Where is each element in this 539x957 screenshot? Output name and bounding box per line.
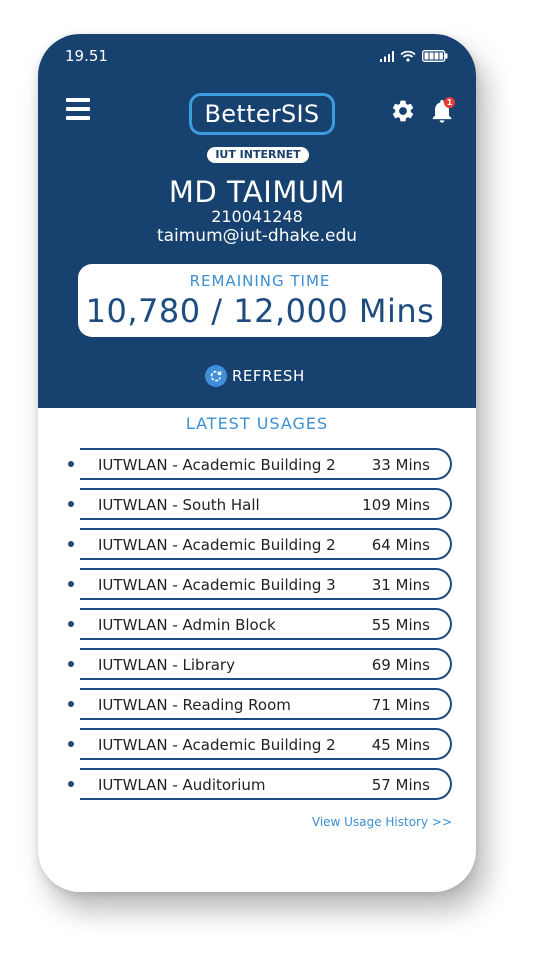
usage-row[interactable]: IUTWLAN - Reading Room 71 Mins [68,688,454,720]
bullet [68,501,74,507]
status-icons [380,50,448,62]
usage-row[interactable]: IUTWLAN - South Hall 109 Mins [68,488,454,520]
refresh-label: REFRESH [232,367,305,385]
usage-row-box: IUTWLAN - Auditorium 57 Mins [80,768,452,800]
wifi-icon [400,50,416,62]
usage-location: IUTWLAN - Academic Building 2 [98,736,336,754]
usage-row[interactable]: IUTWLAN - Library 69 Mins [68,648,454,680]
bullet [68,541,74,547]
phone-screen: 19.51 BetterSIS 1 IUT INTERNET MD TAIMUM… [38,34,476,892]
battery-icon [422,50,448,62]
usage-row-box: IUTWLAN - Academic Building 2 33 Mins [80,448,452,480]
bullet [68,581,74,587]
usage-minutes: 33 Mins [371,456,430,474]
gear-icon[interactable] [390,98,416,124]
bullet [68,661,74,667]
usage-minutes: 109 Mins [362,496,430,514]
usage-row-box: IUTWLAN - Academic Building 2 45 Mins [80,728,452,760]
user-id: 210041248 [211,207,303,226]
usage-row[interactable]: IUTWLAN - Academic Building 3 31 Mins [68,568,454,600]
usage-location: IUTWLAN - Academic Building 3 [98,576,336,594]
bullet [68,461,74,467]
usage-row-box: IUTWLAN - Academic Building 2 64 Mins [80,528,452,560]
usage-location: IUTWLAN - Auditorium [98,776,266,794]
menu-icon[interactable] [66,98,90,124]
refresh-icon [205,365,227,387]
usage-list: IUTWLAN - Academic Building 2 33 Mins IU… [68,448,454,808]
usage-minutes: 69 Mins [371,656,430,674]
bullet [68,741,74,747]
notification-badge: 1 [444,97,455,108]
status-time: 19.51 [65,47,108,65]
usage-row[interactable]: IUTWLAN - Academic Building 2 45 Mins [68,728,454,760]
remaining-time-card: REMAINING TIME 10,780 / 12,000 Mins [78,264,442,337]
remaining-time-value: 10,780 / 12,000 Mins [85,292,435,330]
view-usage-history-link[interactable]: View Usage History >> [312,815,452,829]
usage-row[interactable]: IUTWLAN - Academic Building 2 33 Mins [68,448,454,480]
latest-usages-title: LATEST USAGES [185,414,329,433]
usage-row[interactable]: IUTWLAN - Auditorium 57 Mins [68,768,454,800]
usage-row[interactable]: IUTWLAN - Admin Block 55 Mins [68,608,454,640]
user-email: taimum@iut-dhake.edu [156,226,358,246]
usage-minutes: 45 Mins [371,736,430,754]
usage-minutes: 71 Mins [371,696,430,714]
usage-minutes: 57 Mins [371,776,430,794]
usage-row-box: IUTWLAN - Reading Room 71 Mins [80,688,452,720]
section-pill: IUT INTERNET [207,147,309,163]
usage-location: IUTWLAN - Admin Block [98,616,276,634]
bullet [68,701,74,707]
usage-minutes: 55 Mins [371,616,430,634]
usage-row-box: IUTWLAN - Academic Building 3 31 Mins [80,568,452,600]
remaining-time-label: REMAINING TIME [189,272,331,290]
usage-location: IUTWLAN - Reading Room [98,696,291,714]
bullet [68,781,74,787]
usage-location: IUTWLAN - Academic Building 2 [98,536,336,554]
usage-row-box: IUTWLAN - Admin Block 55 Mins [80,608,452,640]
user-name: MD TAIMUM [168,175,346,209]
bullet [68,621,74,627]
refresh-button[interactable]: REFRESH [205,365,305,387]
usage-location: IUTWLAN - Academic Building 2 [98,456,336,474]
usage-row[interactable]: IUTWLAN - Academic Building 2 64 Mins [68,528,454,560]
signal-icon [380,50,394,62]
usage-row-box: IUTWLAN - South Hall 109 Mins [80,488,452,520]
usage-minutes: 64 Mins [371,536,430,554]
app-header: 19.51 BetterSIS 1 IUT INTERNET MD TAIMUM… [38,34,476,408]
usage-location: IUTWLAN - Library [98,656,235,674]
usage-minutes: 31 Mins [371,576,430,594]
app-logo: BetterSIS [189,93,335,135]
usage-row-box: IUTWLAN - Library 69 Mins [80,648,452,680]
usage-location: IUTWLAN - South Hall [98,496,260,514]
